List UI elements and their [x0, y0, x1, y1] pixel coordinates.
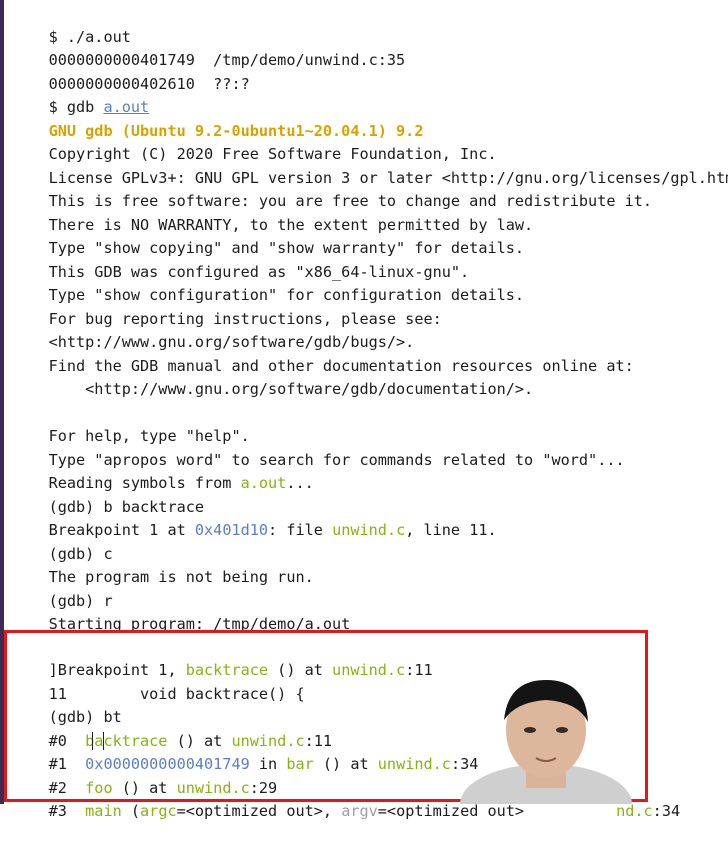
terminal-line: Type "apropos word" to search for comman… [48, 451, 625, 469]
terminal-line: The program is not being run. [48, 568, 314, 586]
terminal-line: Copyright (C) 2020 Free Software Foundat… [48, 145, 497, 163]
terminal-line: Find the GDB manual and other documentat… [48, 357, 634, 375]
terminal-line: License GPLv3+: GNU GPL version 3 or lat… [48, 169, 728, 187]
param-name: argc [140, 802, 177, 820]
terminal-line: <http://www.gnu.org/software/gdb/bugs/>. [48, 333, 415, 351]
gdb-command-line: (gdb) c [48, 545, 113, 563]
terminal-line: For bug reporting instructions, please s… [48, 310, 442, 328]
gdb-banner: GNU gdb (Ubuntu 9.2-0ubuntu1~20.04.1) 9.… [48, 122, 424, 140]
gdb-command-line: (gdb) r [48, 592, 113, 610]
function-name: main [85, 802, 122, 820]
terminal-line: $ gdb a.out [48, 98, 150, 116]
terminal-line: $ ./a.out [48, 28, 131, 46]
terminal-line: This GDB was configured as "x86_64-linux… [48, 263, 470, 281]
terminal-window[interactable]: $ ./a.out 0000000000401749 /tmp/demo/unw… [0, 0, 728, 820]
filename: a.out [240, 474, 287, 492]
terminal-line: <http://www.gnu.org/software/gdb/documen… [48, 380, 534, 398]
terminal-line: Type "show configuration" for configurat… [48, 286, 525, 304]
terminal-line: Reading symbols from a.out... [48, 474, 314, 492]
address: 0x401d10 [194, 521, 269, 539]
filename: unwind.c [332, 521, 406, 539]
terminal-line: Starting program: /tmp/demo/a.out [48, 615, 351, 633]
presenter-webcam [460, 672, 632, 804]
terminal-line: For help, type "help". [48, 427, 250, 445]
terminal-line: Breakpoint 1 at 0x401d10: file unwind.c,… [48, 521, 497, 539]
terminal-line: Type "show copying" and "show warranty" … [48, 239, 525, 257]
text-cursor-icon [92, 732, 104, 750]
terminal-line: 0000000000402610 ??:? [48, 75, 250, 93]
terminal-line: There is NO WARRANTY, to the extent perm… [48, 216, 534, 234]
gdb-command-line: (gdb) b backtrace [48, 498, 205, 516]
terminal-line: This is free software: you are free to c… [48, 192, 653, 210]
filename: nd.c [616, 802, 653, 820]
param-name: argv [341, 802, 378, 820]
terminal-line: 0000000000401749 /tmp/demo/unwind.c:35 [48, 51, 406, 69]
